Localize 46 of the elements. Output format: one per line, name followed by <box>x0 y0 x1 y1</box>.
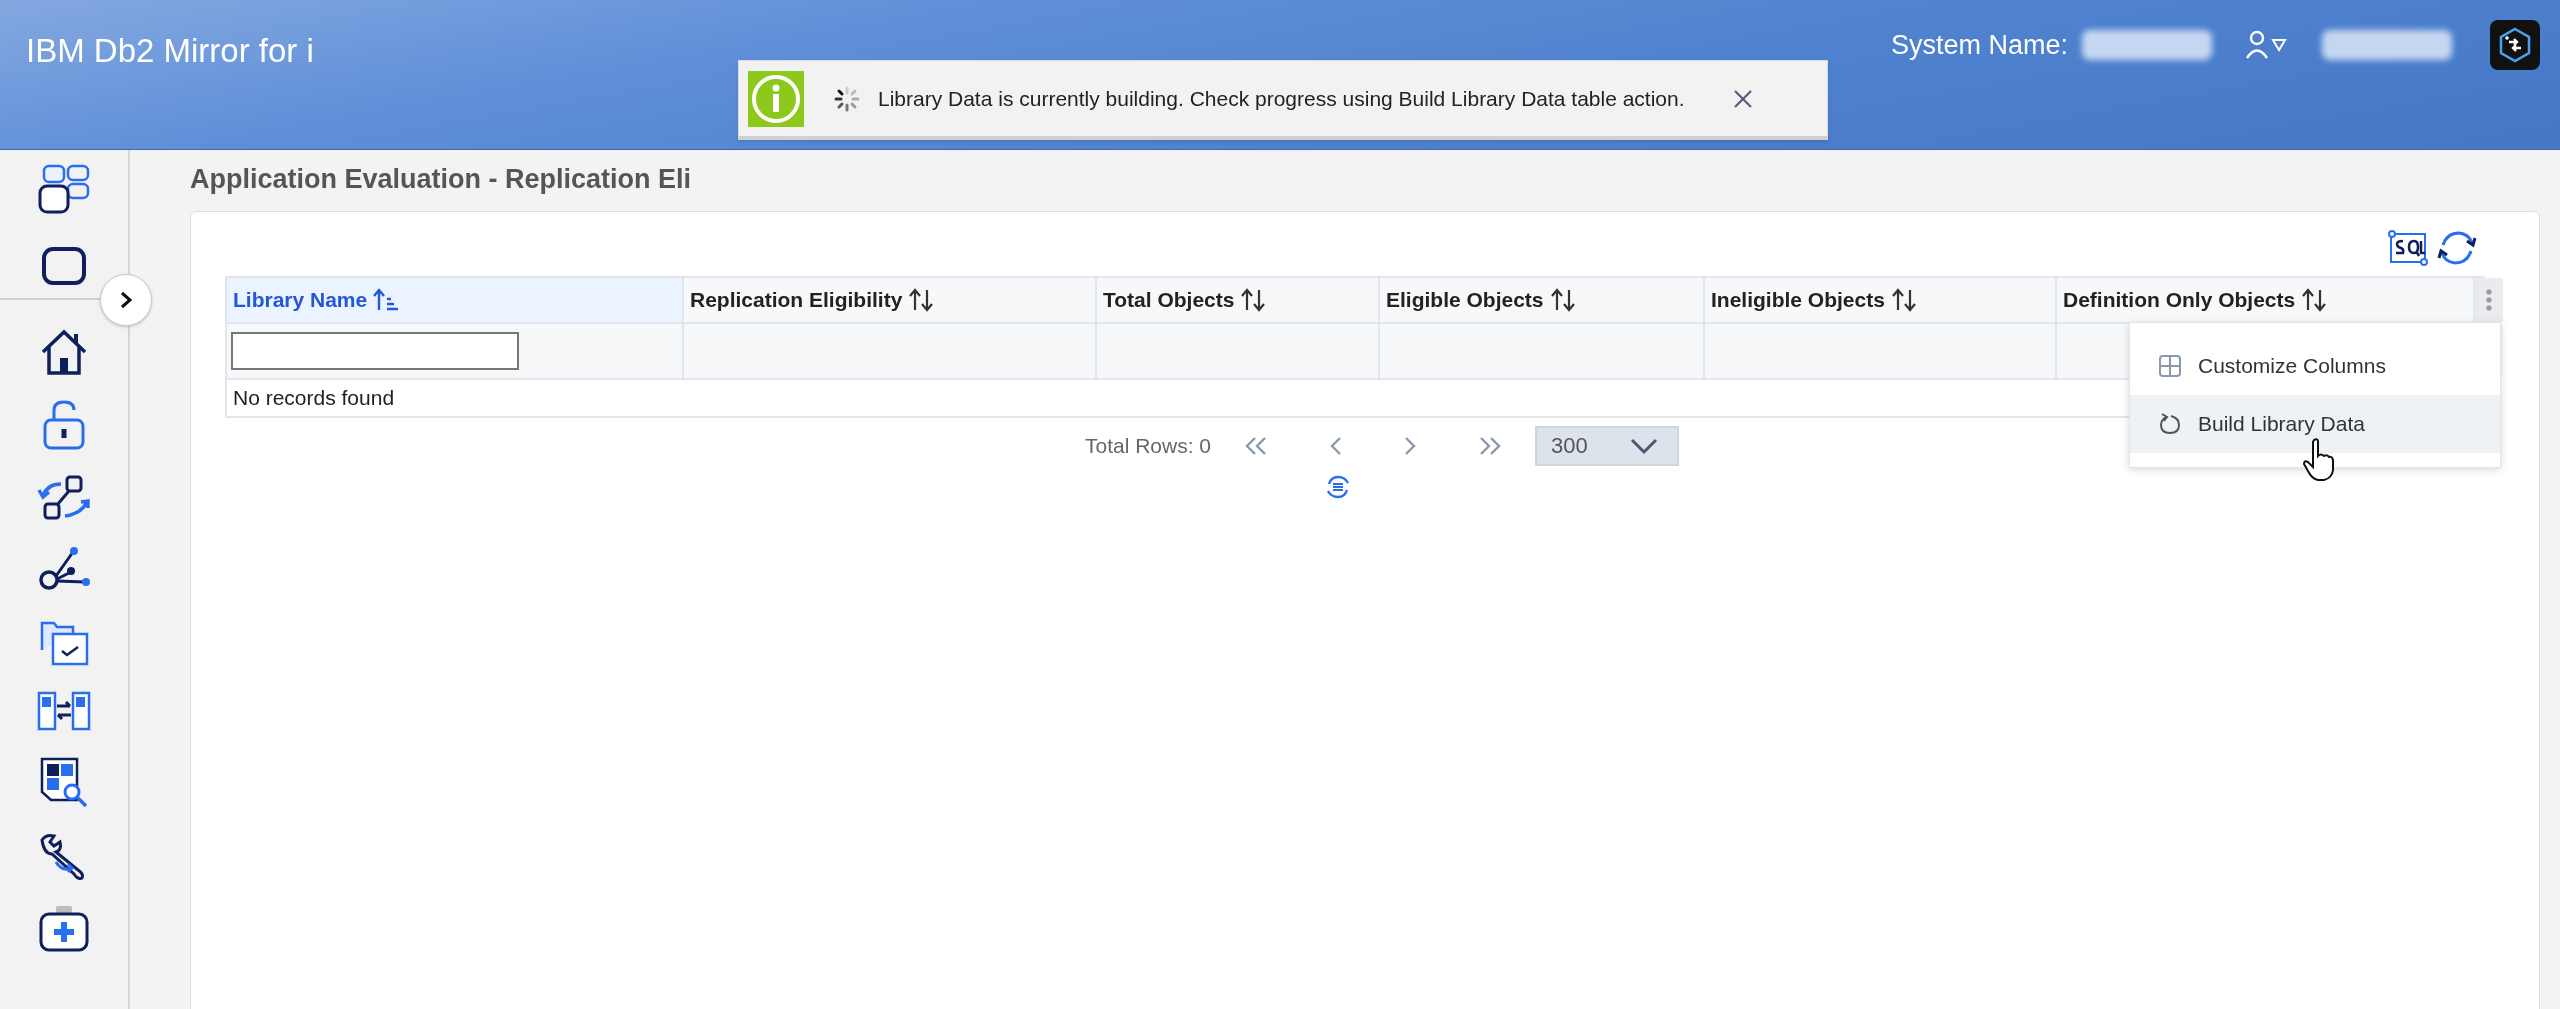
app-title: IBM Db2 Mirror for i <box>26 32 314 70</box>
menu-item[interactable]: Customize Columns <box>2130 337 2500 395</box>
sort-ascending-icon <box>373 288 400 312</box>
page-size-dropdown[interactable]: 300 <box>1535 426 1680 466</box>
grid-search-icon[interactable] <box>39 756 89 808</box>
sort-icon <box>1890 288 1917 312</box>
empty-message: No records found <box>233 386 395 410</box>
workflow-icon[interactable] <box>37 474 91 522</box>
servers-sync-icon[interactable] <box>36 690 92 732</box>
close-icon <box>1732 88 1753 109</box>
chevron-right-icon <box>118 290 134 310</box>
dashboard-icon[interactable] <box>38 164 90 216</box>
sort-icon <box>1240 288 1267 312</box>
expand-button[interactable] <box>100 274 152 326</box>
info-icon <box>748 70 804 127</box>
column-header[interactable]: Ineligible Objects <box>1705 278 2057 322</box>
sql-icon <box>2387 228 2429 267</box>
rounded-square-icon[interactable] <box>41 246 87 286</box>
filter-input[interactable] <box>231 332 519 370</box>
lock-icon[interactable] <box>42 400 86 450</box>
total-rows-label: Total Rows: 0 <box>1085 434 1212 458</box>
sort-icon <box>1549 288 1576 312</box>
column-header[interactable]: Replication Eligibility <box>684 278 1097 322</box>
home-icon[interactable] <box>39 328 89 376</box>
column-header[interactable]: Total Objects <box>1097 278 1380 322</box>
app-logo-icon <box>2490 20 2540 70</box>
column-header[interactable]: Eligible Objects <box>1380 278 1705 322</box>
chevron-down-icon <box>1629 437 1660 455</box>
columns-icon <box>2158 354 2182 378</box>
rebuild-icon <box>2158 412 2182 436</box>
toast-message: Library Data is currently building. Check progress using Build Library Data table action. <box>878 86 1685 111</box>
column-header[interactable]: Library Name <box>227 278 684 322</box>
chevron-left-icon <box>1329 436 1344 456</box>
more-icon <box>2485 289 2493 311</box>
sort-icon <box>908 288 935 312</box>
system-name-label: System Name: <box>1890 29 2068 61</box>
loading-list-icon <box>1325 474 1351 500</box>
chevron-right-icon <box>1403 436 1418 456</box>
user-caret-icon <box>2246 30 2288 60</box>
column-header[interactable]: Definition Only Objects <box>2057 278 2475 322</box>
folders-check-icon[interactable] <box>39 620 89 666</box>
menu-item[interactable]: Build Library Data <box>2130 395 2500 453</box>
medical-kit-icon[interactable] <box>38 904 90 952</box>
sort-icon <box>2301 288 2328 312</box>
spinner-icon <box>834 85 860 112</box>
page-title: Application Evaluation - Replication Eli <box>190 164 693 195</box>
